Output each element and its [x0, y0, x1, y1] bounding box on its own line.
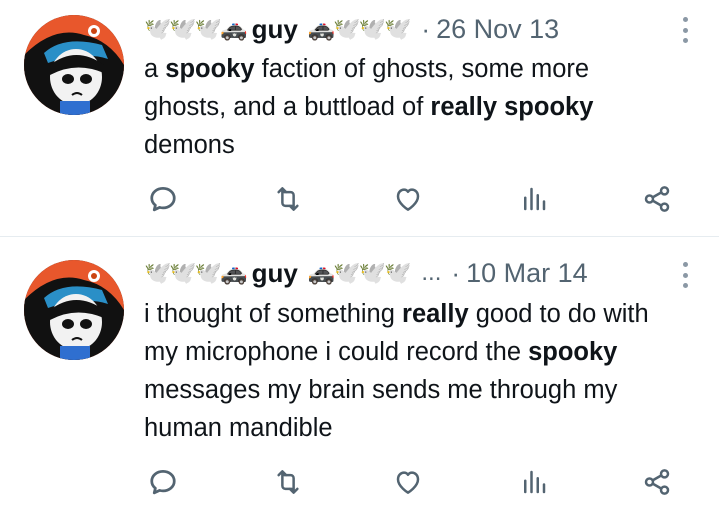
share-nodes-icon [644, 469, 670, 495]
more-vertical-icon [682, 17, 688, 22]
separator-dot: · [451, 257, 461, 288]
tweet-date[interactable]: 26 Nov 13 [436, 14, 559, 45]
tweet-text: a spooky faction of ghosts, some more gh… [144, 55, 594, 159]
retweet-button[interactable] [271, 182, 305, 216]
reply-button[interactable] [146, 182, 180, 216]
display-name[interactable]: 🕊️🕊️🕊️🚓 guy 🚓🕊️🕊️🕊️ [144, 14, 411, 45]
tweet-text: i thought of something really good to do… [144, 300, 649, 442]
avatar-image-icon [24, 260, 124, 360]
speech-bubble-icon [150, 187, 176, 212]
name-emoji-prefix: 🕊️🕊️🕊️🚓 [144, 16, 248, 41]
name-emoji-prefix: 🕊️🕊️🕊️🚓 [144, 260, 248, 285]
share-nodes-icon [644, 186, 670, 212]
more-options-button[interactable] [681, 262, 689, 288]
more-options-button[interactable] [681, 17, 689, 43]
share-button[interactable] [640, 465, 674, 499]
heart-icon [396, 471, 420, 494]
retweet-icon [277, 470, 299, 494]
display-name[interactable]: 🕊️🕊️🕊️🚓 guy 🚓🕊️🕊️🕊️ [144, 258, 411, 289]
action-bar [146, 465, 686, 499]
tweet-date[interactable]: 10 Mar 14 [466, 258, 588, 289]
tweet-header: 🕊️🕊️🕊️🚓 guy 🚓🕊️🕊️🕊️ · 26 Nov 13 [144, 12, 699, 46]
views-button[interactable] [517, 182, 551, 216]
name-emoji-suffix: 🚓🕊️🕊️🕊️ [307, 16, 412, 41]
display-name-text: guy [251, 13, 298, 44]
reply-button[interactable] [146, 465, 180, 499]
retweet-icon [277, 187, 299, 211]
name-truncation: ... [421, 259, 442, 286]
bar-chart-icon [524, 470, 546, 494]
speech-bubble-icon [150, 470, 176, 495]
tweet[interactable]: 🕊️🕊️🕊️🚓 guy 🚓🕊️🕊️🕊️ · 26 Nov 13 a spooky… [0, 0, 719, 236]
tweet[interactable]: 🕊️🕊️🕊️🚓 guy 🚓🕊️🕊️🕊️ ... · 10 Mar 14 i th… [0, 237, 719, 505]
avatar-image-icon [24, 15, 124, 115]
share-button[interactable] [640, 182, 674, 216]
name-emoji-suffix: 🚓🕊️🕊️🕊️ [307, 260, 412, 285]
separator-dot: · [421, 13, 431, 44]
bar-chart-icon [524, 187, 546, 211]
action-bar [146, 182, 686, 216]
display-name-text: guy [251, 257, 298, 288]
tweet-header: 🕊️🕊️🕊️🚓 guy 🚓🕊️🕊️🕊️ ... · 10 Mar 14 [144, 256, 699, 290]
like-button[interactable] [391, 182, 425, 216]
like-button[interactable] [391, 465, 425, 499]
retweet-button[interactable] [271, 465, 305, 499]
views-button[interactable] [517, 465, 551, 499]
heart-icon [396, 188, 420, 211]
avatar[interactable] [24, 260, 124, 360]
avatar[interactable] [24, 15, 124, 115]
more-vertical-icon [682, 262, 688, 267]
